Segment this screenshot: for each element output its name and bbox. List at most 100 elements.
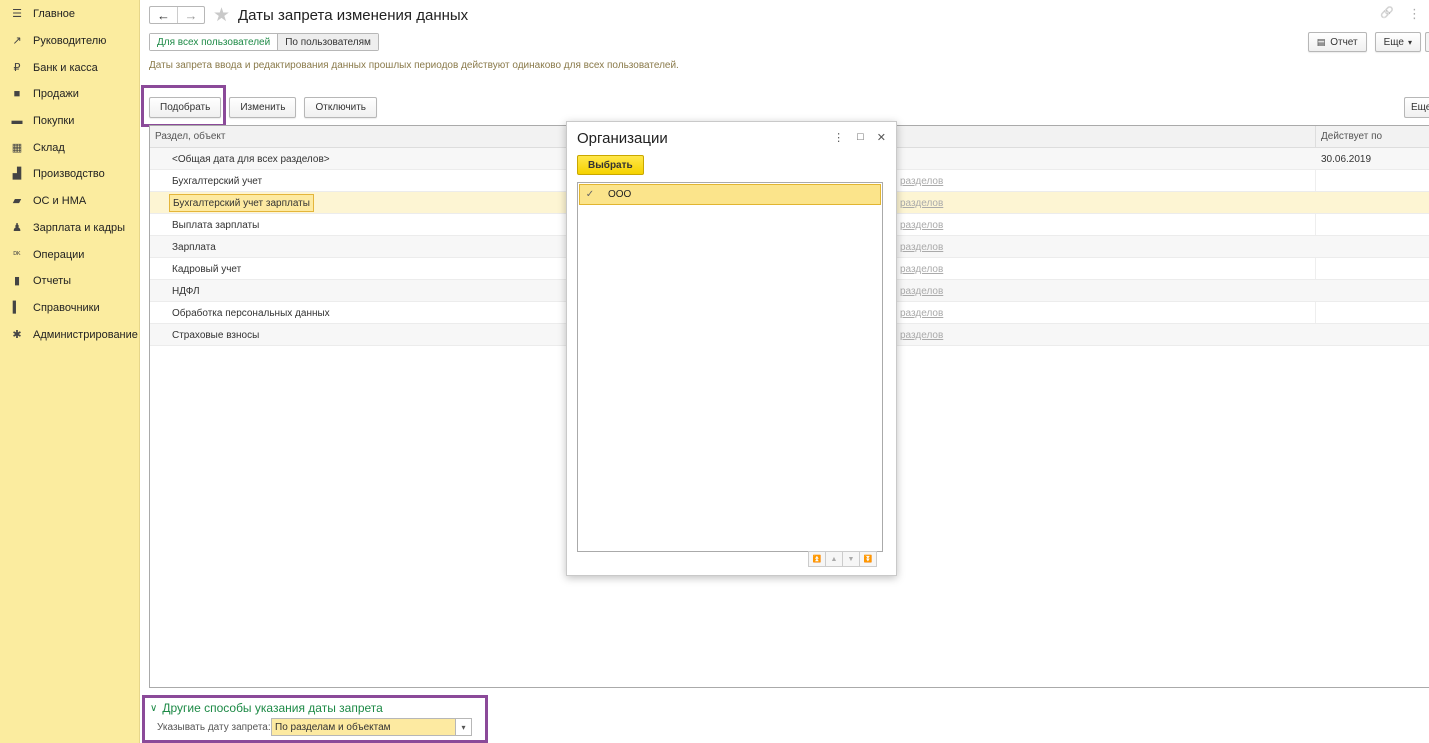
column-header-date[interactable]: Действует по xyxy=(1316,126,1382,147)
sidebar-item-label: Покупки xyxy=(33,114,75,127)
row-link[interactable]: разделов xyxy=(900,214,943,236)
ledger-icon: ᴰᴷ xyxy=(13,250,21,259)
sidebar-item-label: Банк и касса xyxy=(33,61,98,74)
bar-chart-icon: ▮ xyxy=(13,275,21,287)
chevron-down-icon: ▾ xyxy=(1407,37,1412,47)
report-icon: ▤ xyxy=(1316,36,1326,47)
row-link[interactable]: разделов xyxy=(900,324,943,346)
organizations-list: ✓ ООО xyxy=(577,182,883,552)
sidebar-item-purchases[interactable]: ▬ Покупки xyxy=(0,107,140,134)
sidebar-item-label: Операции xyxy=(33,248,85,261)
organizations-dialog: Организации ⋮ □ ✕ Выбрать ✓ ООО ⏫ ▲ ▼ ⏬ xyxy=(566,121,897,576)
sidebar-item-reports[interactable]: ▮ Отчеты xyxy=(0,267,140,294)
cart-icon: ▬ xyxy=(11,114,23,127)
change-button[interactable]: Изменить xyxy=(229,97,297,118)
organization-name: ООО xyxy=(608,189,632,200)
row-name: Зарплата xyxy=(172,241,216,253)
info-text: Даты запрета ввода и редактирования данн… xyxy=(149,60,679,71)
row-name: Бухгалтерский учет зарплаты xyxy=(169,194,314,212)
scroll-bottom-button[interactable]: ⏬ xyxy=(859,551,877,567)
tab-all-users[interactable]: Для всех пользователей xyxy=(150,34,279,50)
bank-icon: ₽ xyxy=(13,62,21,74)
sidebar-item-label: Главное xyxy=(33,7,76,20)
sidebar-item-production[interactable]: ▟ Производство xyxy=(0,160,140,187)
sidebar-item-salary[interactable]: ♟ Зарплата и кадры xyxy=(0,214,140,241)
link-icon[interactable]: 🔗 xyxy=(1380,6,1394,22)
more-actions-icon[interactable]: ⋮ xyxy=(1408,6,1421,22)
maximize-icon[interactable]: □ xyxy=(857,131,864,144)
row-link[interactable]: разделов xyxy=(900,236,943,258)
dialog-title: Организации xyxy=(577,130,668,147)
row-name: <Общая дата для всех разделов> xyxy=(172,153,330,165)
table-more-button[interactable]: Еще xyxy=(1404,97,1429,118)
scroll-top-button[interactable]: ⏫ xyxy=(808,551,826,567)
back-button[interactable]: ← xyxy=(150,7,177,23)
sidebar-item-label: Склад xyxy=(33,141,65,154)
check-icon: ✓ xyxy=(585,189,595,200)
sidebar-item-directories[interactable]: ▍ Справочники xyxy=(0,294,140,321)
row-link[interactable]: разделов xyxy=(900,302,943,324)
sidebar-item-warehouse[interactable]: ▦ Склад xyxy=(0,134,140,161)
tab-by-users[interactable]: По пользователям xyxy=(278,34,378,50)
row-name: НДФЛ xyxy=(172,285,200,297)
dialog-menu-icon[interactable]: ⋮ xyxy=(833,131,844,144)
sidebar-item-manager[interactable]: ↗ Руководителю xyxy=(0,27,140,54)
person-icon: ♟ xyxy=(12,222,22,234)
sidebar-item-label: Руководителю xyxy=(33,34,107,47)
row-name: Бухгалтерский учет xyxy=(172,175,263,187)
row-link[interactable]: разделов xyxy=(900,258,943,280)
report-label: Отчет xyxy=(1330,36,1358,48)
top-right-toolbar: ▤ Отчет Еще ▾ xyxy=(1307,32,1421,52)
sidebar-item-label: Продажи xyxy=(33,87,79,100)
sidebar-item-operations[interactable]: ᴰᴷ Операции xyxy=(0,241,140,268)
list-item[interactable]: ✓ ООО xyxy=(579,184,881,205)
forward-button[interactable]: → xyxy=(177,7,204,23)
header-icons: 🔗 ⋮ xyxy=(1380,6,1421,22)
bag-icon: ■ xyxy=(13,87,21,100)
sidebar-item-label: ОС и НМА xyxy=(33,194,87,207)
warehouse-icon: ▦ xyxy=(11,142,23,154)
favorite-star-icon[interactable]: ★ xyxy=(213,4,230,27)
sidebar-item-administration[interactable]: ✱ Администрирование xyxy=(0,321,140,348)
row-link[interactable]: разделов xyxy=(900,170,943,192)
dialog-controls: ⋮ □ ✕ xyxy=(833,131,886,144)
menu-icon: ☰ xyxy=(12,8,22,20)
close-icon[interactable]: ✕ xyxy=(877,131,886,144)
column-header-section[interactable]: Раздел, объект xyxy=(150,126,225,147)
sidebar-item-bank[interactable]: ₽ Банк и касса xyxy=(0,54,140,81)
row-name: Страховые взносы xyxy=(172,329,260,341)
sidebar-item-label: Администрирование xyxy=(33,328,138,341)
select-button[interactable]: Выбрать xyxy=(577,155,644,175)
sidebar-item-fixed-assets[interactable]: ▰ ОС и НМА xyxy=(0,187,140,214)
truck-icon: ▰ xyxy=(12,195,22,207)
more-label: Еще xyxy=(1383,36,1404,48)
disable-button[interactable]: Отключить xyxy=(304,97,378,118)
scroll-down-button[interactable]: ▼ xyxy=(842,551,860,567)
row-link[interactable]: разделов xyxy=(900,280,943,302)
nav-buttons: ← → xyxy=(149,6,205,24)
gear-icon: ✱ xyxy=(12,329,22,341)
row-name: Обработка персональных данных xyxy=(172,307,330,319)
report-button[interactable]: ▤ Отчет xyxy=(1307,32,1367,52)
book-icon: ▍ xyxy=(12,302,22,314)
row-date: 30.06.2019 xyxy=(1321,153,1372,165)
trend-icon: ↗ xyxy=(12,35,22,47)
user-mode-tabs: Для всех пользователей По пользователям xyxy=(149,33,379,51)
list-scroll-buttons: ⏫ ▲ ▼ ⏬ xyxy=(808,551,877,567)
scroll-up-button[interactable]: ▲ xyxy=(825,551,843,567)
more-button[interactable]: Еще ▾ xyxy=(1374,32,1421,52)
row-link[interactable]: разделов xyxy=(900,192,943,214)
page-title: Даты запрета изменения данных xyxy=(238,7,469,24)
row-name: Кадровый учет xyxy=(172,263,242,275)
highlight-frame-pick xyxy=(141,85,226,127)
sidebar-item-label: Зарплата и кадры xyxy=(33,221,126,234)
sidebar-item-sales[interactable]: ■ Продажи xyxy=(0,80,140,107)
right-edge-button[interactable] xyxy=(1425,32,1429,52)
row-name: Выплата зарплаты xyxy=(172,219,260,231)
sidebar-item-main[interactable]: ☰ Главное xyxy=(0,0,140,27)
sidebar: ☰ Главное ↗ Руководителю ₽ Банк и касса … xyxy=(0,0,140,743)
highlight-frame-other-ways xyxy=(142,695,488,743)
factory-icon: ▟ xyxy=(12,168,22,180)
sidebar-item-label: Производство xyxy=(33,167,105,180)
sidebar-item-label: Отчеты xyxy=(33,274,72,287)
